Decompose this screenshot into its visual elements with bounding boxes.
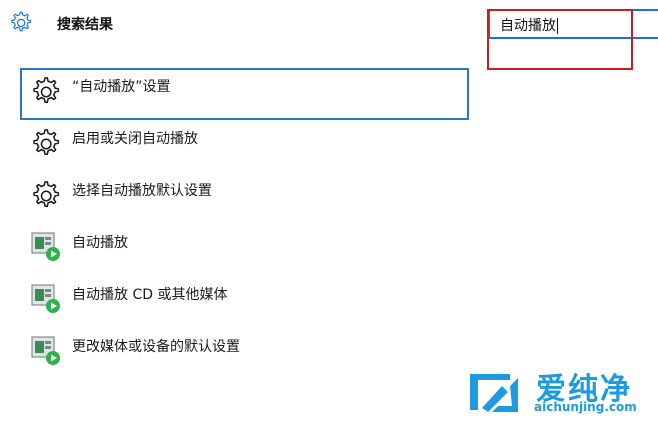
gear-icon — [11, 11, 32, 32]
result-label: 启用或关闭自动播放 — [72, 131, 198, 147]
result-label: 自动播放 CD 或其他媒体 — [72, 287, 228, 303]
page-title: 搜索结果 — [57, 17, 113, 33]
autoplay-media-icon — [31, 284, 60, 313]
watermark-url: aichunjing.com — [534, 400, 637, 414]
autoplay-media-icon — [31, 336, 60, 365]
result-toggle-autoplay[interactable]: 启用或关闭自动播放 — [20, 120, 469, 172]
result-change-media-defaults[interactable]: 更改媒体或设备的默认设置 — [20, 328, 469, 380]
gear-icon — [33, 77, 60, 103]
search-input[interactable]: 自动播放 — [488, 9, 658, 39]
text-caret — [557, 18, 558, 34]
autoplay-media-icon — [31, 232, 60, 261]
brand-logo-icon — [470, 374, 518, 412]
result-autoplay-defaults[interactable]: 选择自动播放默认设置 — [20, 172, 469, 224]
gear-icon — [33, 181, 60, 207]
result-autoplay-cd[interactable]: 自动播放 CD 或其他媒体 — [20, 276, 469, 328]
result-autoplay[interactable]: 自动播放 — [20, 224, 469, 276]
result-label: 选择自动播放默认设置 — [72, 183, 212, 199]
result-label: 自动播放 — [72, 235, 128, 251]
result-autoplay-settings[interactable]: “自动播放”设置 — [20, 68, 469, 120]
result-label: 更改媒体或设备的默认设置 — [72, 339, 240, 355]
result-label: “自动播放”设置 — [72, 79, 171, 95]
gear-icon — [33, 129, 60, 155]
search-results-list: “自动播放”设置 启用或关闭自动播放 选择自动播放默认设置 自动播放 自动播放 … — [20, 68, 469, 380]
search-input-value: 自动播放 — [500, 18, 558, 34]
watermark: 爱纯净 aichunjing.com — [460, 362, 658, 422]
